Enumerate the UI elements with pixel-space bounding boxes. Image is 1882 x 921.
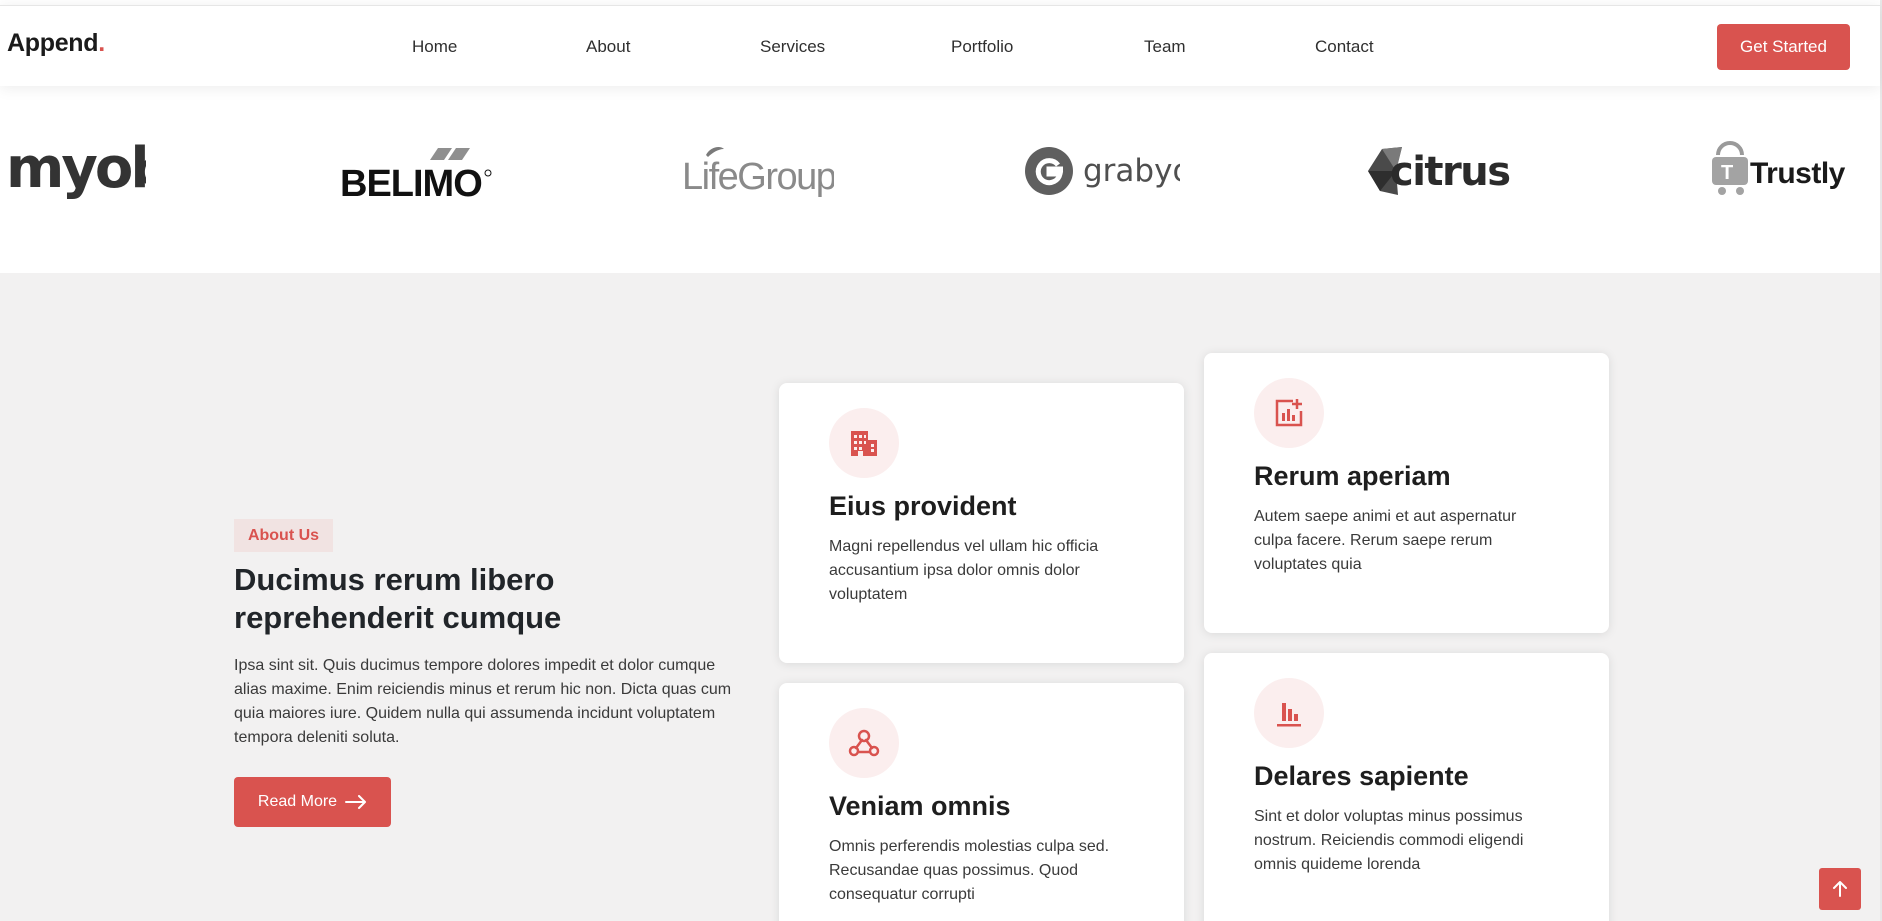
nav-team[interactable]: Team [1144, 37, 1186, 57]
graph-up-icon [1275, 399, 1303, 427]
client-logo-citrus: citrus [1368, 136, 1518, 206]
client-name-grabyo: grabyo [1083, 153, 1180, 189]
webhook-icon [848, 729, 880, 757]
feature-title: Veniam omnis [829, 791, 1011, 821]
nav-services[interactable]: Services [760, 37, 825, 57]
client-name-lifegroups: LifeGroups [682, 156, 834, 198]
feature-card-veniam: Veniam omnis Omnis perferendis molestias… [779, 683, 1184, 921]
client-name-belimo: BELIMO [340, 163, 482, 202]
client-name-citrus: citrus [1390, 149, 1510, 195]
feature-title: Rerum aperiam [1254, 461, 1451, 491]
feature-card-eius: Eius provident Magni repellendus vel ull… [779, 383, 1184, 663]
feature-text: Sint et dolor voluptas minus possimus no… [1254, 808, 1524, 873]
feature-icon-badge [1254, 678, 1324, 748]
back-to-top-button[interactable] [1819, 868, 1861, 910]
about-badge: About Us [234, 519, 333, 552]
nav-contact[interactable]: Contact [1315, 37, 1374, 57]
logo-text: Append [7, 29, 99, 57]
feature-text: Autem saepe animi et aut aspernatur culp… [1254, 508, 1517, 573]
site-logo[interactable]: Append. [7, 29, 105, 58]
feature-text: Omnis perferendis molestias culpa sed. R… [829, 838, 1110, 903]
feature-icon-badge [829, 708, 899, 778]
read-more-label: Read More [257, 793, 338, 810]
feature-title: Eius provident [829, 491, 1017, 521]
client-logo-belimo: BELIMO [340, 136, 492, 206]
logo-dot: . [98, 29, 105, 57]
get-started-button[interactable]: Get Started [1717, 24, 1850, 70]
client-name-myob: myob [6, 141, 146, 201]
client-name-trustly: Trustly [1750, 157, 1846, 190]
arrow-up-icon [1833, 881, 1847, 897]
nav-about[interactable]: About [586, 37, 630, 57]
buildings-icon [851, 431, 877, 456]
client-logo-myob: myob [6, 136, 146, 206]
svg-text:T: T [1721, 162, 1733, 184]
clients-section: myob BELIMO LifeGroups grabyo citrus [0, 86, 1880, 273]
feature-card-delares: Delares sapiente Sint et dolor voluptas … [1204, 653, 1609, 921]
feature-icon-badge [1254, 378, 1324, 448]
feature-text: Magni repellendus vel ullam hic officia … [829, 538, 1099, 603]
feature-icon-badge [829, 408, 899, 478]
nav-portfolio[interactable]: Portfolio [951, 37, 1013, 57]
client-logo-trustly: T Trustly [1710, 136, 1868, 206]
nav-home[interactable]: Home [412, 37, 457, 57]
about-title: Ducimus rerum libero reprehenderit cumqu… [234, 562, 562, 635]
site-header: Append. Home About Services Portfolio Te… [0, 5, 1880, 86]
client-logo-lifegroups: LifeGroups [682, 136, 834, 206]
feature-card-rerum: Rerum aperiam Autem saepe animi et aut a… [1204, 353, 1609, 633]
feature-title: Delares sapiente [1254, 761, 1469, 791]
bar-chart-icon [1277, 703, 1301, 727]
about-section: About Us Ducimus rerum libero reprehende… [0, 273, 1880, 921]
arrow-right-icon [345, 795, 367, 809]
client-logo-grabyo: grabyo [1025, 136, 1180, 206]
read-more-button[interactable]: Read More [234, 777, 391, 827]
about-text: Ipsa sint sit. Quis ducimus tempore dolo… [234, 657, 732, 746]
